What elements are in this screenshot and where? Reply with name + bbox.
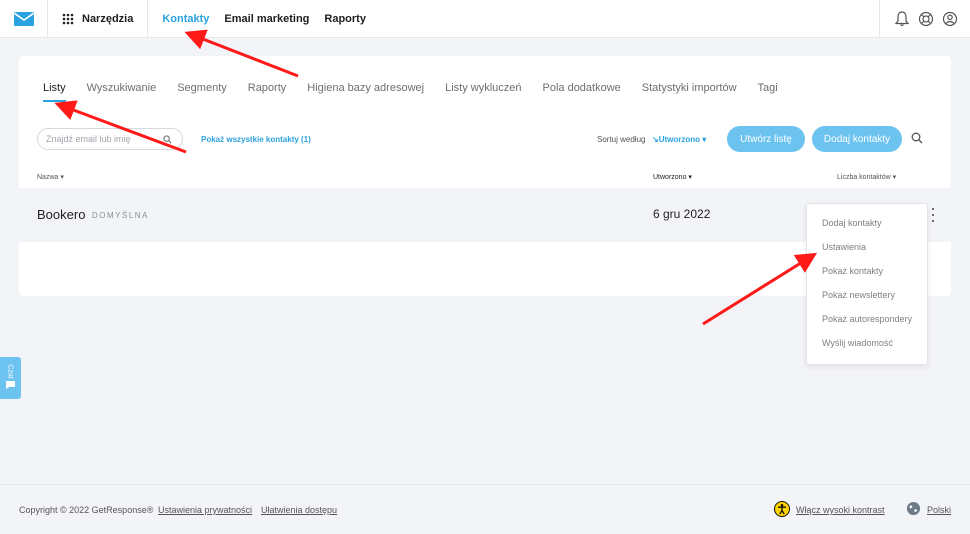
tools-menu[interactable]: Narzędzia [48,0,149,38]
menu-item-send-message[interactable]: Wyślij wiadomość [822,338,893,348]
add-contacts-button[interactable]: Dodaj kontakty [812,126,902,152]
tab-reports[interactable]: Raporty [248,82,287,100]
list-created-date: 6 gru 2022 [653,207,711,221]
menu-item-settings[interactable]: Ustawienia [822,242,866,252]
help-icon[interactable] [918,11,934,27]
sort-dropdown[interactable]: ↘Utworzono ▾ [652,135,706,144]
sort-value: Utworzono [658,135,701,144]
privacy-settings-link[interactable]: Ustawienia prywatności [158,505,252,515]
tab-lists[interactable]: Listy [43,82,66,102]
footer: Copyright © 2022 GetResponse® Ustawienia… [0,484,970,534]
chat-bubble-icon [6,380,15,389]
chat-tab[interactable]: Czat [0,357,21,399]
accessibility-link[interactable]: Ułatwienia dostępu [261,505,337,515]
search-toggle-icon[interactable] [911,132,923,144]
envelope-logo-icon [13,11,34,26]
tab-import-stats[interactable]: Statystyki importów [642,82,737,100]
tab-segments[interactable]: Segmenty [177,82,227,100]
menu-item-add-contacts[interactable]: Dodaj kontakty [822,218,882,228]
nav-email-marketing[interactable]: Email marketing [224,13,309,25]
list-name[interactable]: Bookero [37,207,85,222]
menu-item-show-autoresponders[interactable]: Pokaż autorespondery [822,314,912,324]
chat-label: Czat [7,363,14,379]
list-actions-menu: Dodaj kontakty Ustawienia Pokaż kontakty… [806,203,928,365]
account-icon[interactable] [942,11,958,27]
search-icon[interactable] [163,135,172,144]
more-options-icon[interactable] [928,208,938,222]
copyright: Copyright © 2022 GetResponse® [19,505,154,515]
main-nav: Kontakty Email marketing Raporty [162,13,381,25]
sort-label: Sortuj według [597,135,646,144]
search-input[interactable] [37,128,183,150]
col-created-header[interactable]: Utworzono ▾ [653,173,692,181]
top-bar: Narzędzia Kontakty Email marketing Rapor… [0,0,970,38]
tabs: Listy Wyszukiwanie Segmenty Raporty Higi… [43,82,799,102]
show-all-contacts-link[interactable]: Pokaż wszystkie kontakty (1) [201,135,311,144]
tab-custom-fields[interactable]: Pola dodatkowe [543,82,621,100]
menu-item-show-newsletters[interactable]: Pokaż newslettery [822,290,895,300]
tab-suppression-lists[interactable]: Listy wykluczeń [445,82,521,100]
tab-search[interactable]: Wyszukiwanie [87,82,157,100]
tab-list-hygiene[interactable]: Higiena bazy adresowej [307,82,424,100]
col-name-header[interactable]: Nazwa ▾ [37,173,64,181]
top-right-icons [879,0,970,38]
globe-icon[interactable] [906,501,921,516]
col-contacts-count-header[interactable]: Liczba kontaktów ▾ [837,173,896,181]
high-contrast-link[interactable]: Włącz wysoki kontrast [796,505,885,515]
nav-contacts[interactable]: Kontakty [162,13,209,25]
logo[interactable] [0,0,48,38]
language-link[interactable]: Polski [927,505,951,515]
tools-label: Narzędzia [82,12,134,25]
default-badge: DOMYŚLNA [92,211,149,220]
accessibility-icon[interactable] [774,501,790,517]
create-list-button[interactable]: Utwórz listę [727,126,805,152]
bell-icon[interactable] [894,11,910,27]
nav-reports[interactable]: Raporty [324,13,366,25]
tab-tags[interactable]: Tagi [758,82,778,100]
grid-icon [62,13,74,24]
menu-item-show-contacts[interactable]: Pokaż kontakty [822,266,883,276]
